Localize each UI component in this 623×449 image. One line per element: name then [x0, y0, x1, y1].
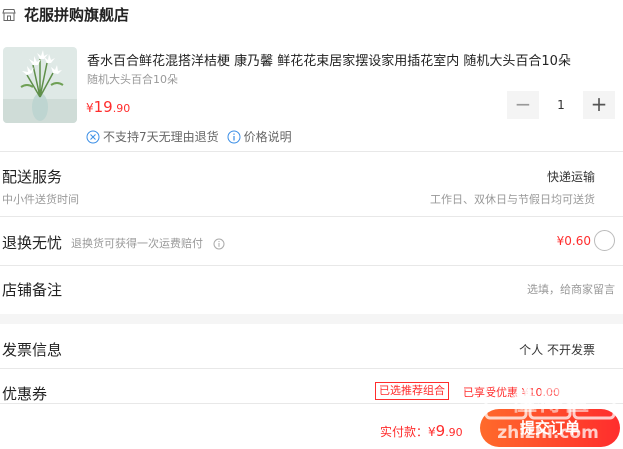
delivery-method: 快递运输 [546, 170, 595, 184]
store-icon [2, 7, 16, 21]
return-insurance-price: ¥0.60 [556, 234, 591, 248]
remark-input[interactable]: 选填，给商家留言 [527, 281, 615, 297]
price-integer: 19 [93, 98, 113, 116]
product-card: 香水百合鲜花混搭洋桔梗 康乃馨 鲜花花束居家摆设家用插花室内 随机大头百合10朵… [0, 44, 623, 152]
delivery-time-label: 中小件送货时间 [2, 193, 79, 206]
delivery-label: 配送服务 [2, 168, 63, 186]
remark-label: 店铺备注 [2, 281, 63, 299]
return-insurance-radio[interactable] [594, 230, 615, 251]
delivery-time-value: 工作日、双休日与节假日均可送货 [430, 193, 595, 206]
info-icon[interactable] [227, 130, 241, 144]
total-integer: 9 [435, 422, 446, 440]
recommended-combo-badge: 已选推荐组合 [375, 382, 449, 400]
return-insurance-label: 退换无忧 [2, 234, 63, 252]
product-title[interactable]: 香水百合鲜花混搭洋桔梗 康乃馨 鲜花花束居家摆设家用插花室内 随机大头百合10朵 [87, 50, 571, 69]
submit-order-button[interactable]: 提交订单 [480, 409, 620, 447]
product-policies: 不支持7天无理由退货 价格说明 [86, 128, 292, 145]
no-return-icon [86, 130, 100, 144]
divider [0, 403, 623, 404]
quantity-plus-button[interactable]: + [583, 91, 615, 119]
no-return-policy-text: 不支持7天无理由退货 [103, 130, 219, 144]
coupon-discount: 已享受优惠 ¥10.00 [463, 386, 560, 399]
quantity-stepper: − 1 + [507, 91, 615, 119]
quantity-input[interactable]: 1 [539, 91, 583, 119]
section-gap [0, 314, 623, 324]
price-explanation-link[interactable]: 价格说明 [244, 128, 292, 145]
store-name: 花服拼购旗舰店 [24, 5, 130, 24]
return-insurance-desc-text: 退换货可获得一次运费赔付 [71, 237, 203, 250]
store-header[interactable]: 花服拼购旗舰店 [0, 0, 623, 28]
divider [0, 368, 623, 369]
divider [0, 151, 623, 152]
total-amount: 实付款：¥9.90 [380, 421, 463, 440]
total-decimal: .90 [445, 426, 463, 439]
divider [0, 265, 623, 266]
coupon-label: 优惠券 [2, 385, 48, 403]
total-label: 实付款：¥ [380, 425, 436, 439]
invoice-value: 个人 不开发票 [519, 343, 595, 357]
product-image[interactable] [3, 47, 77, 123]
price-currency: ¥ [86, 101, 94, 115]
product-price: ¥19.90 [86, 97, 130, 116]
product-spec: 随机大头百合10朵 [87, 73, 178, 86]
info-icon[interactable] [213, 238, 225, 250]
quantity-minus-button[interactable]: − [507, 91, 539, 119]
invoice-label: 发票信息 [2, 341, 63, 359]
price-decimal: .90 [112, 102, 131, 115]
divider [0, 216, 623, 217]
return-insurance-desc: 退换货可获得一次运费赔付 [71, 235, 225, 251]
